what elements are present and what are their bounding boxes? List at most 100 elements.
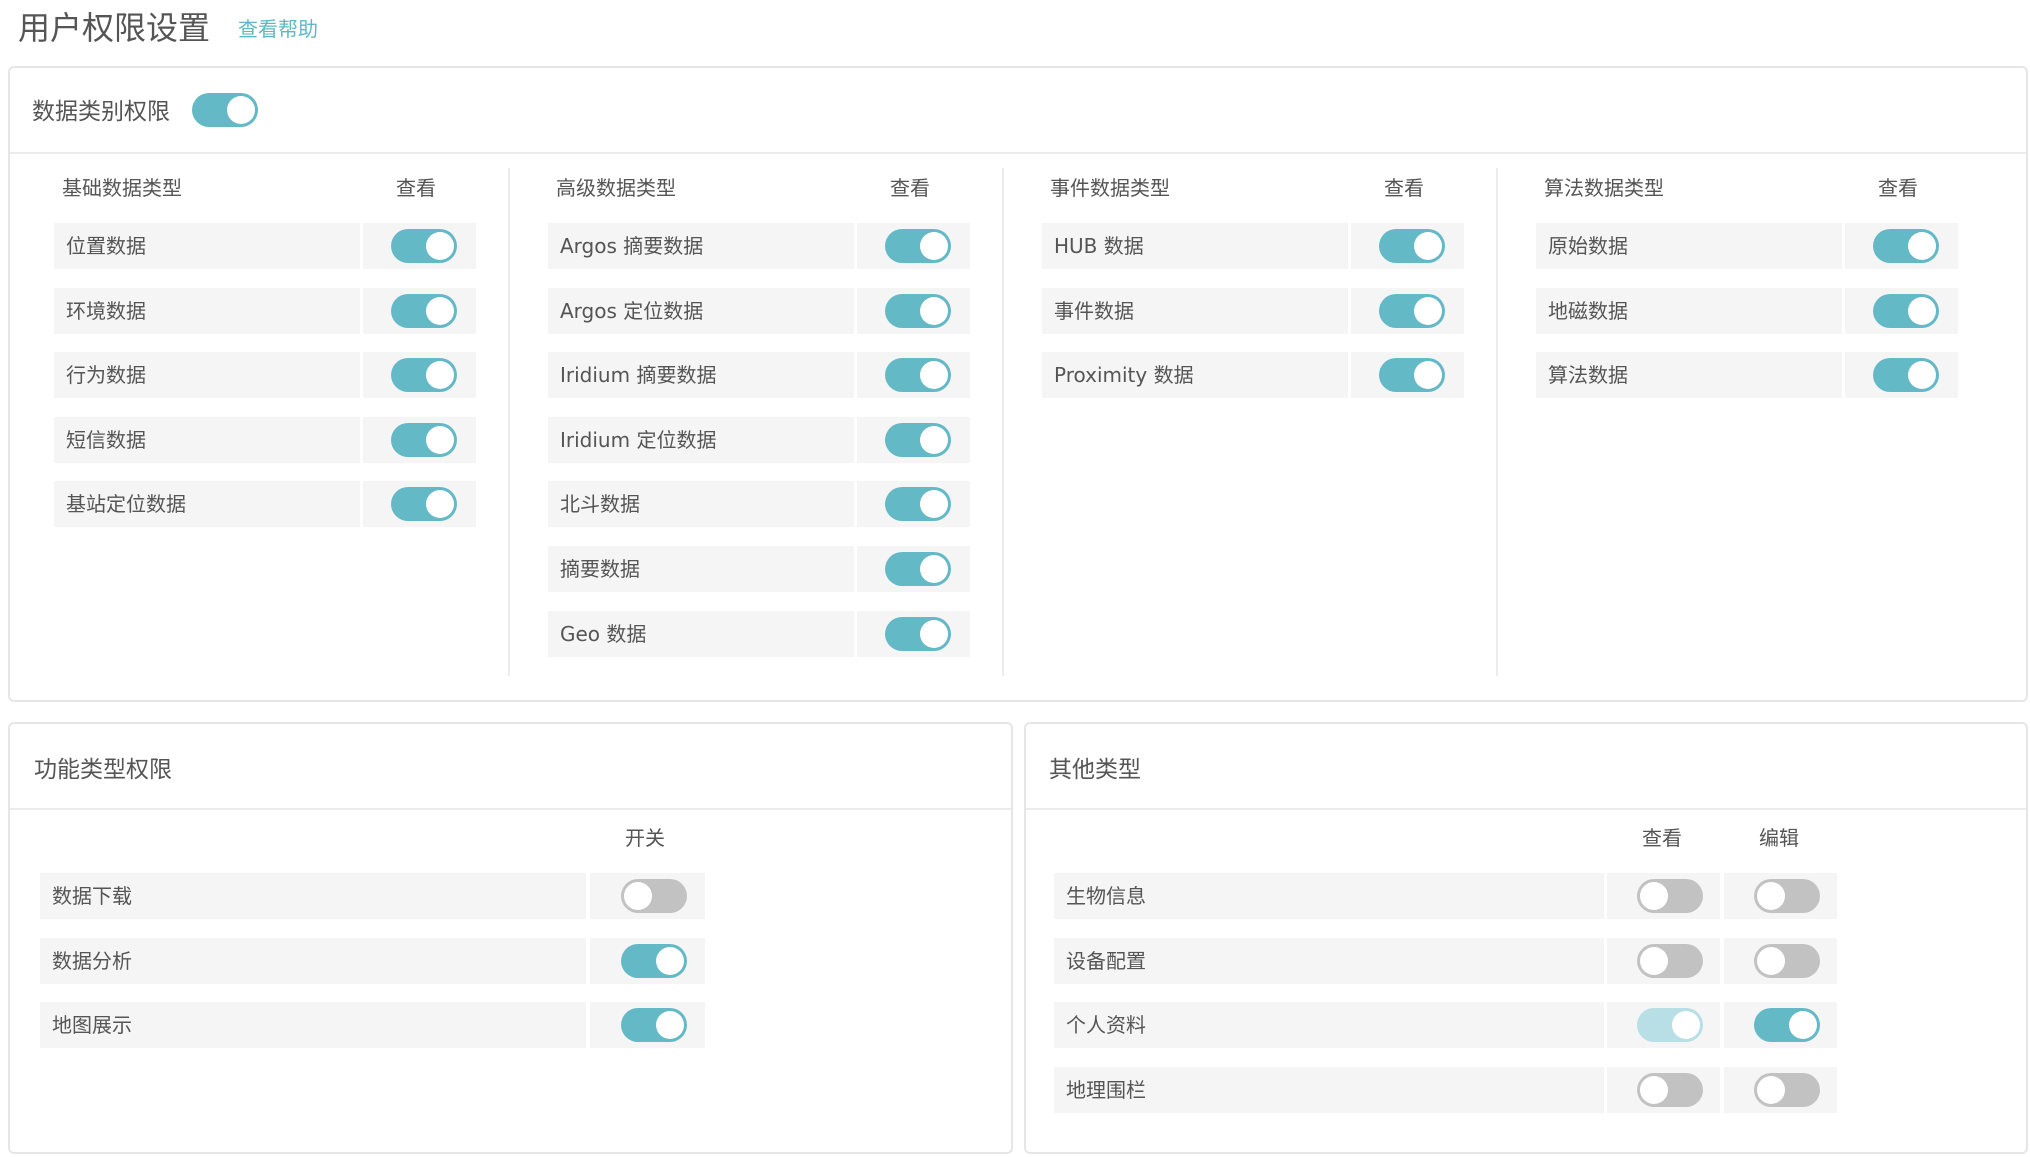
toggle-knob xyxy=(1908,232,1936,260)
data-type-label: Iridium 定位数据 xyxy=(548,417,854,463)
toggle-knob xyxy=(920,361,948,389)
other-type-panel-header: 其他类型 xyxy=(1026,724,2026,810)
function-label: 数据下载 xyxy=(40,873,586,919)
toggle-knob xyxy=(920,297,948,325)
function-type-panel-header: 功能类型权限 xyxy=(10,724,1011,810)
toggle-knob xyxy=(1414,361,1442,389)
view-toggle[interactable] xyxy=(391,229,457,263)
other-type-label: 生物信息 xyxy=(1054,873,1604,919)
function-switch-toggle[interactable] xyxy=(621,944,687,978)
page-title: 用户权限设置 xyxy=(18,9,211,47)
view-toggle[interactable] xyxy=(885,552,951,586)
toggle-knob xyxy=(426,426,454,454)
other-type-label: 个人资料 xyxy=(1054,1002,1604,1048)
view-toggle[interactable] xyxy=(1379,294,1445,328)
edit-toggle[interactable] xyxy=(1754,879,1820,913)
view-column-header: 查看 xyxy=(1878,176,1918,200)
view-toggle[interactable] xyxy=(885,294,951,328)
data-type-label: 摘要数据 xyxy=(548,546,854,592)
toggle-knob xyxy=(426,232,454,260)
data-type-label: Argos 摘要数据 xyxy=(548,223,854,269)
other-view-column-header: 查看 xyxy=(1642,826,1682,850)
toggle-knob xyxy=(1640,947,1668,975)
toggle-knob xyxy=(426,297,454,325)
toggle-knob xyxy=(920,490,948,518)
function-type-panel-title: 功能类型权限 xyxy=(34,757,172,783)
view-toggle[interactable] xyxy=(885,229,951,263)
column-header: 算法数据类型 xyxy=(1544,176,1664,200)
view-toggle[interactable] xyxy=(1637,1008,1703,1042)
view-toggle[interactable] xyxy=(1873,229,1939,263)
toggle-knob xyxy=(656,947,684,975)
view-toggle[interactable] xyxy=(885,423,951,457)
view-toggle[interactable] xyxy=(391,294,457,328)
toggle-knob xyxy=(1414,232,1442,260)
view-column-header: 查看 xyxy=(1384,176,1424,200)
function-switch-toggle[interactable] xyxy=(621,1008,687,1042)
toggle-knob xyxy=(227,96,255,124)
column-header: 事件数据类型 xyxy=(1050,176,1170,200)
toggle-knob xyxy=(1908,297,1936,325)
view-toggle[interactable] xyxy=(1637,944,1703,978)
view-toggle[interactable] xyxy=(1873,294,1939,328)
view-toggle[interactable] xyxy=(391,487,457,521)
data-type-label: Argos 定位数据 xyxy=(548,288,854,334)
data-category-master-toggle[interactable] xyxy=(192,93,258,127)
toggle-knob xyxy=(1757,947,1785,975)
toggle-knob xyxy=(656,1011,684,1039)
function-label: 地图展示 xyxy=(40,1002,586,1048)
data-type-label: 行为数据 xyxy=(54,352,360,398)
view-toggle[interactable] xyxy=(885,358,951,392)
other-type-label: 设备配置 xyxy=(1054,938,1604,984)
toggle-knob xyxy=(426,361,454,389)
data-type-label: 位置数据 xyxy=(54,223,360,269)
data-type-label: 原始数据 xyxy=(1536,223,1842,269)
other-type-panel-title: 其他类型 xyxy=(1049,757,1141,783)
toggle-knob xyxy=(1640,1076,1668,1104)
view-toggle[interactable] xyxy=(885,617,951,651)
other-edit-column-header: 编辑 xyxy=(1759,826,1799,850)
data-type-label: 短信数据 xyxy=(54,417,360,463)
data-type-label: 基站定位数据 xyxy=(54,481,360,527)
column-header: 高级数据类型 xyxy=(556,176,676,200)
data-type-label: HUB 数据 xyxy=(1042,223,1348,269)
data-category-panel-title: 数据类别权限 xyxy=(32,99,170,125)
view-toggle[interactable] xyxy=(1379,229,1445,263)
data-type-label: Geo 数据 xyxy=(548,611,854,657)
view-toggle[interactable] xyxy=(885,487,951,521)
function-label: 数据分析 xyxy=(40,938,586,984)
toggle-knob xyxy=(920,555,948,583)
toggle-knob xyxy=(1757,1076,1785,1104)
toggle-knob xyxy=(1789,1011,1817,1039)
view-toggle[interactable] xyxy=(1637,879,1703,913)
view-toggle[interactable] xyxy=(391,358,457,392)
view-toggle[interactable] xyxy=(1379,358,1445,392)
data-type-label: 环境数据 xyxy=(54,288,360,334)
column-separator xyxy=(508,168,510,676)
column-separator xyxy=(1002,168,1004,676)
view-toggle[interactable] xyxy=(1873,358,1939,392)
toggle-knob xyxy=(1757,882,1785,910)
edit-toggle[interactable] xyxy=(1754,1008,1820,1042)
other-type-label: 地理围栏 xyxy=(1054,1067,1604,1113)
column-header: 基础数据类型 xyxy=(62,176,182,200)
toggle-knob xyxy=(920,426,948,454)
data-type-label: 事件数据 xyxy=(1042,288,1348,334)
function-switch-column-header: 开关 xyxy=(625,826,665,850)
edit-toggle[interactable] xyxy=(1754,944,1820,978)
data-type-label: 算法数据 xyxy=(1536,352,1842,398)
function-switch-toggle[interactable] xyxy=(621,879,687,913)
toggle-knob xyxy=(1640,882,1668,910)
toggle-knob xyxy=(920,620,948,648)
data-type-label: Iridium 摘要数据 xyxy=(548,352,854,398)
view-toggle[interactable] xyxy=(391,423,457,457)
view-column-header: 查看 xyxy=(890,176,930,200)
view-toggle[interactable] xyxy=(1637,1073,1703,1107)
toggle-knob xyxy=(1414,297,1442,325)
edit-toggle[interactable] xyxy=(1754,1073,1820,1107)
help-link[interactable]: 查看帮助 xyxy=(238,14,318,44)
view-column-header: 查看 xyxy=(396,176,436,200)
data-type-label: Proximity 数据 xyxy=(1042,352,1348,398)
toggle-knob xyxy=(1672,1011,1700,1039)
toggle-knob xyxy=(624,882,652,910)
